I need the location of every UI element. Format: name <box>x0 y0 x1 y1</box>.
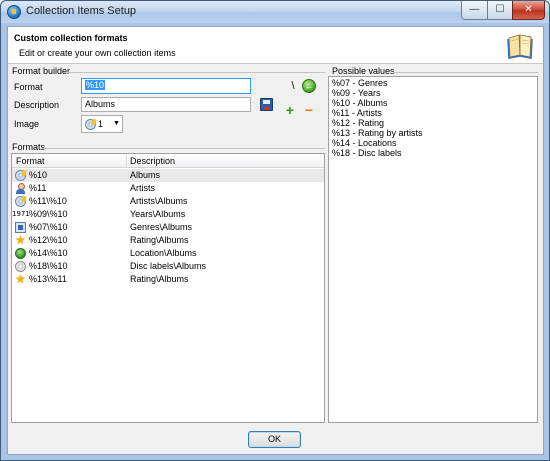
book-icon <box>507 34 533 59</box>
possible-value-item[interactable]: %14 - Locations <box>332 138 397 148</box>
close-button[interactable]: ✕ <box>512 1 545 20</box>
dialog-window: Collection Items Setup — ☐ ✕ Custom coll… <box>0 0 550 461</box>
remove-format-button[interactable]: − <box>302 102 316 118</box>
formats-list-header: Format Description <box>12 154 324 168</box>
format-row[interactable]: ★ %13\%11 Rating\Albums <box>12 273 324 286</box>
description-cell: Genres\Albums <box>130 222 193 232</box>
description-cell: Disc labels\Albums <box>130 261 207 271</box>
add-format-button[interactable]: + <box>283 102 297 118</box>
possible-value-item[interactable]: %10 - Albums <box>332 98 388 108</box>
format-input[interactable]: %10 <box>81 78 251 94</box>
column-separator[interactable] <box>126 154 127 168</box>
format-row[interactable]: %07\%10 Genres\Albums <box>12 221 324 234</box>
format-row[interactable]: %10 Albums <box>12 169 324 182</box>
description-cell: Artists\Albums <box>130 196 188 206</box>
possible-value-item[interactable]: %12 - Rating <box>332 118 384 128</box>
possible-values-divider <box>393 72 538 73</box>
formats-title: Formats <box>12 142 46 152</box>
format-cell: %07\%10 <box>29 222 68 232</box>
save-icon[interactable] <box>260 98 273 111</box>
possible-value-item[interactable]: %09 - Years <box>332 88 381 98</box>
maximize-button[interactable]: ☐ <box>487 1 513 20</box>
chevron-down-icon: ▼ <box>113 120 120 127</box>
format-cell: %11 <box>29 183 47 193</box>
person-icon <box>15 183 26 194</box>
format-cell: %13\%11 <box>29 274 67 284</box>
description-cell: Rating\Albums <box>130 235 189 245</box>
description-cell: Years\Albums <box>130 209 186 219</box>
format-row[interactable]: 1971 %09\%10 Years\Albums <box>12 208 324 221</box>
description-input[interactable]: Albums <box>81 97 251 112</box>
image-select[interactable]: 1 ▼ <box>81 115 123 133</box>
possible-value-item[interactable]: %13 - Rating by artists <box>332 128 423 138</box>
insert-value-arrow-icon[interactable]: ← <box>302 79 316 93</box>
format-builder-divider <box>64 72 325 73</box>
dialog-client-area: Custom collection formats Edit or create… <box>7 26 544 455</box>
format-row[interactable]: %11 Artists <box>12 182 324 195</box>
format-builder-title: Format builder <box>12 66 71 76</box>
window-title: Collection Items Setup <box>26 5 137 17</box>
format-cell: %10 <box>29 170 48 180</box>
image-select-value: 1 <box>98 119 104 129</box>
disc-label-icon <box>15 261 26 272</box>
format-row[interactable]: %14\%10 Location\Albums <box>12 247 324 260</box>
format-label: Format <box>14 82 43 92</box>
years-icon: 1971 <box>12 210 30 218</box>
possible-value-item[interactable]: %18 - Disc labels <box>332 148 402 158</box>
description-label: Description <box>14 100 60 110</box>
genre-icon <box>15 222 26 233</box>
formats-list[interactable]: Format Description %10 Albums %11 Artist… <box>11 153 325 423</box>
format-row[interactable]: %11\%10 Artists\Albums <box>12 195 324 208</box>
description-cell: Rating\Albums <box>130 274 189 284</box>
format-cell: %11\%10 <box>29 196 67 206</box>
disc-icon <box>85 119 96 130</box>
image-label: Image <box>14 119 40 129</box>
star-icon: ★ <box>15 272 26 286</box>
format-cell: %12\%10 <box>29 235 68 245</box>
column-header-format[interactable]: Format <box>16 156 45 166</box>
title-bar[interactable]: Collection Items Setup — ☐ ✕ <box>1 1 549 23</box>
header-title: Custom collection formats <box>14 33 128 43</box>
star-icon: ★ <box>15 233 26 247</box>
format-row[interactable]: ★ %12\%10 Rating\Albums <box>12 234 324 247</box>
header-subtitle: Edit or create your own collection items <box>19 48 176 58</box>
formats-divider <box>42 148 325 149</box>
minimize-button[interactable]: — <box>461 1 488 20</box>
description-cell: Artists <box>130 183 156 193</box>
disc-icon <box>15 196 26 207</box>
format-input-value: %10 <box>85 80 106 90</box>
format-cell: %09\%10 <box>29 209 68 219</box>
insert-backslash-button[interactable]: \ <box>286 79 300 93</box>
format-cell: %14\%10 <box>29 248 68 258</box>
column-header-description[interactable]: Description <box>130 156 175 166</box>
disc-icon <box>15 170 26 181</box>
description-cell: Albums <box>130 170 161 180</box>
possible-value-item[interactable]: %11 - Artists <box>332 108 382 118</box>
format-cell: %18\%10 <box>29 261 68 271</box>
possible-value-item[interactable]: %07 - Genres <box>332 78 388 88</box>
location-icon <box>15 248 26 259</box>
app-icon <box>7 5 21 19</box>
description-cell: Location\Albums <box>130 248 197 258</box>
dialog-header: Custom collection formats Edit or create… <box>8 27 543 64</box>
possible-values-title: Possible values <box>332 66 395 76</box>
ok-button[interactable]: OK <box>248 431 301 448</box>
possible-values-list[interactable]: %07 - Genres %09 - Years %10 - Albums %1… <box>328 76 538 423</box>
format-row[interactable]: %18\%10 Disc labels\Albums <box>12 260 324 273</box>
